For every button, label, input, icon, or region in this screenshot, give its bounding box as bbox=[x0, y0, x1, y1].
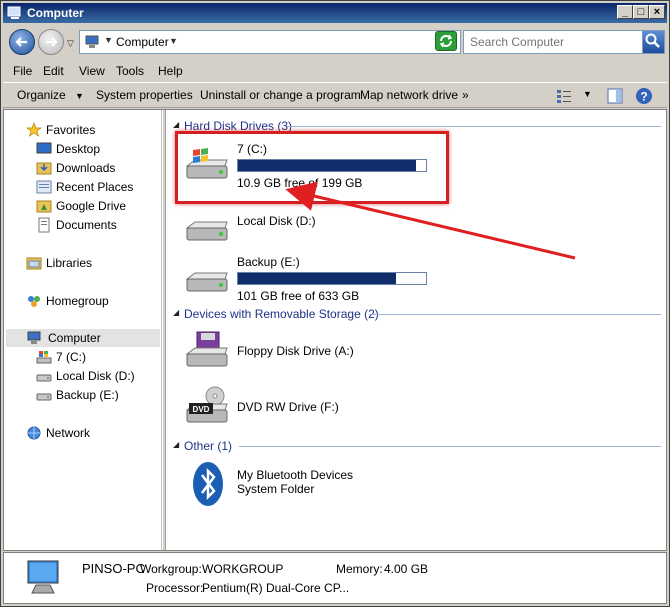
command-bar: Organize ▼ System properties Uninstall o… bbox=[3, 82, 667, 108]
view-options-icon[interactable] bbox=[555, 88, 573, 104]
nav-desktop-label: Desktop bbox=[56, 142, 101, 156]
hard-drive-icon bbox=[36, 393, 52, 401]
search-box[interactable] bbox=[463, 30, 665, 54]
hard-drive-icon bbox=[36, 374, 52, 382]
menu-view[interactable]: View bbox=[79, 64, 105, 78]
search-icon bbox=[645, 33, 660, 48]
recent-pages-dropdown-icon[interactable]: ▽ bbox=[67, 38, 74, 49]
workgroup-label: Workgroup: bbox=[140, 562, 202, 576]
nav-drive-e-label: Backup (E:) bbox=[56, 388, 119, 402]
view-dropdown-icon[interactable]: ▼ bbox=[583, 89, 592, 99]
processor-label: Processor: bbox=[146, 581, 204, 595]
organize-label: Organize bbox=[17, 88, 66, 102]
details-pane: PINSO-PC Workgroup: WORKGROUP Memory: 4.… bbox=[3, 552, 667, 604]
nav-google-drive-label: Google Drive bbox=[56, 199, 127, 213]
close-button[interactable]: × bbox=[649, 5, 665, 19]
desktop-icon bbox=[36, 142, 52, 154]
help-icon[interactable]: ? bbox=[634, 86, 654, 106]
address-row: ▽ ▼ Computer ▼ ▼ bbox=[3, 25, 667, 59]
nav-recent-places-label: Recent Places bbox=[56, 180, 134, 194]
memory-value: 4.00 GB bbox=[384, 562, 429, 576]
title-bar[interactable]: Computer _ □ × bbox=[3, 3, 667, 23]
system-properties-button[interactable]: System properties bbox=[96, 88, 193, 102]
windows-drive-icon bbox=[36, 351, 52, 364]
content-area: Favorites Desktop Downloads Recent Place… bbox=[3, 109, 667, 551]
computer-icon bbox=[7, 6, 21, 19]
libraries-icon bbox=[26, 257, 42, 270]
workgroup-value: WORKGROUP bbox=[202, 562, 284, 576]
breadcrumb-arrow-icon[interactable]: ▼ bbox=[169, 36, 178, 46]
refresh-button[interactable] bbox=[435, 31, 457, 51]
explorer-window: Computer _ □ × ▽ ▼ Computer ▼ ▼ bbox=[0, 0, 670, 607]
nav-drive-c-label: 7 (C:) bbox=[56, 350, 86, 364]
search-input[interactable] bbox=[468, 34, 638, 50]
nav-favorites-label: Favorites bbox=[46, 123, 96, 137]
nav-documents-label: Documents bbox=[56, 218, 117, 232]
menu-file[interactable]: File bbox=[13, 64, 32, 78]
processor-value: Pentium(R) Dual-Core CP... bbox=[202, 581, 350, 595]
network-icon bbox=[27, 426, 41, 440]
nav-computer[interactable]: Computer bbox=[6, 329, 160, 347]
more-commands-button[interactable]: » bbox=[462, 88, 469, 102]
documents-icon bbox=[38, 217, 50, 233]
nav-homegroup-label: Homegroup bbox=[46, 294, 109, 308]
downloads-folder-icon bbox=[36, 162, 52, 175]
map-network-drive-button[interactable]: Map network drive bbox=[360, 88, 458, 102]
menu-help[interactable]: Help bbox=[158, 64, 183, 78]
annotation-arrow bbox=[285, 181, 576, 260]
chevron-down-icon: ▼ bbox=[75, 91, 84, 101]
star-icon bbox=[26, 122, 42, 137]
search-button[interactable] bbox=[642, 31, 664, 53]
breadcrumb-computer[interactable]: Computer bbox=[116, 35, 169, 49]
uninstall-program-button[interactable]: Uninstall or change a program bbox=[200, 88, 361, 102]
google-drive-folder-icon bbox=[36, 200, 52, 213]
nav-computer-label: Computer bbox=[48, 331, 101, 345]
recent-places-icon bbox=[36, 180, 52, 194]
file-list-pane: ◢ Hard Disk Drives (3) 7 (C:) 10.9 GB fr… bbox=[167, 110, 666, 550]
computer-icon bbox=[85, 35, 99, 48]
computer-icon bbox=[27, 331, 41, 344]
maximize-button[interactable]: □ bbox=[633, 5, 649, 19]
preview-pane-icon[interactable] bbox=[606, 87, 624, 105]
window-title: Computer bbox=[27, 6, 84, 20]
back-button[interactable] bbox=[9, 29, 35, 55]
organize-button[interactable]: Organize ▼ bbox=[17, 88, 84, 102]
breadcrumb-arrow-icon[interactable]: ▼ bbox=[104, 35, 113, 45]
nav-network-label: Network bbox=[46, 426, 91, 440]
pane-splitter[interactable] bbox=[162, 110, 166, 550]
menu-tools[interactable]: Tools bbox=[116, 64, 144, 78]
refresh-icon bbox=[439, 34, 453, 48]
menu-bar: File Edit View Tools Help bbox=[3, 61, 667, 81]
homegroup-icon bbox=[28, 296, 40, 307]
memory-label: Memory: bbox=[336, 562, 383, 576]
address-bar[interactable]: ▼ Computer ▼ ▼ bbox=[79, 30, 461, 54]
pc-name: PINSO-PC bbox=[82, 561, 145, 576]
nav-libraries-label: Libraries bbox=[46, 256, 93, 270]
navigation-pane: Favorites Desktop Downloads Recent Place… bbox=[4, 110, 162, 550]
nav-drive-d-label: Local Disk (D:) bbox=[56, 369, 135, 383]
forward-arrow-icon bbox=[46, 37, 58, 47]
forward-button[interactable] bbox=[38, 29, 64, 55]
menu-edit[interactable]: Edit bbox=[43, 64, 64, 78]
nav-downloads-label: Downloads bbox=[56, 161, 116, 175]
svg-text:?: ? bbox=[640, 90, 647, 104]
minimize-button[interactable]: _ bbox=[617, 5, 633, 19]
back-arrow-icon bbox=[15, 37, 27, 47]
computer-icon bbox=[27, 560, 59, 594]
